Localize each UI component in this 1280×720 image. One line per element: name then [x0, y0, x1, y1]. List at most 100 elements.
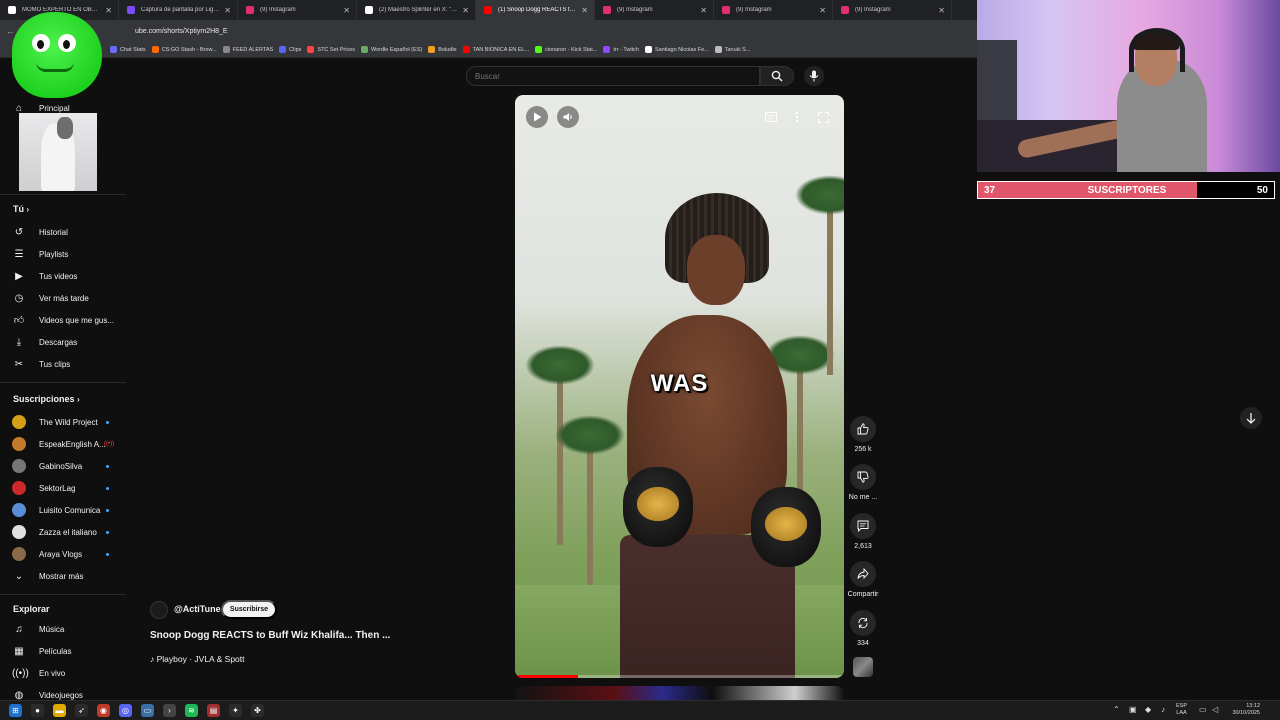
bookmark-item[interactable]: CS:GO Stash - Brow...	[151, 46, 217, 53]
video-title[interactable]: Snoop Dogg REACTS to Buff Wiz Khalifa...…	[150, 630, 390, 641]
captions-button[interactable]	[763, 109, 779, 125]
tab-close-icon[interactable]: ✕	[938, 6, 945, 15]
subscription-item[interactable]: Araya Vlogs	[0, 543, 126, 565]
sidebar-section-explore[interactable]: Explorar	[13, 604, 50, 614]
url-field[interactable]: ube.com/shorts/Xptiym2H8_E	[135, 28, 228, 35]
video-progress-bar[interactable]	[515, 675, 844, 678]
volume-tray-icon[interactable]: ◁	[1212, 705, 1218, 714]
play-button[interactable]	[526, 106, 548, 128]
comments-button[interactable]	[850, 513, 876, 539]
dislike-action[interactable]: No me ...	[848, 464, 878, 501]
share-action[interactable]: Compartir	[848, 561, 878, 598]
clock[interactable]: 13:12 30/10/2025	[1224, 703, 1260, 717]
tab-close-icon[interactable]: ✕	[224, 6, 231, 15]
like-action[interactable]: 256 k	[848, 416, 878, 453]
monitor-icon[interactable]: ▭	[141, 704, 154, 717]
chrome-icon[interactable]: ●	[31, 704, 44, 717]
discord-icon[interactable]: ◎	[119, 704, 132, 717]
subscription-item[interactable]: Zazza el italiano	[0, 521, 126, 543]
obs-icon[interactable]: ◉	[97, 704, 110, 717]
tray-expand-icon[interactable]: ⌃	[1113, 705, 1120, 714]
tab-close-icon[interactable]: ✕	[462, 6, 469, 15]
bookmark-item[interactable]: Clips	[279, 46, 301, 53]
subscription-item[interactable]: Luisito Comunica	[0, 499, 126, 521]
share-label: Compartir	[847, 591, 879, 598]
subscription-item[interactable]: GabinoSilva	[0, 455, 126, 477]
dislike-button[interactable]	[850, 464, 876, 490]
fullscreen-button[interactable]	[815, 109, 831, 125]
bookmark-item[interactable]: TAN BIONICA EN EL...	[462, 46, 529, 53]
bookmark-item[interactable]: Tanuki S...	[714, 46, 750, 53]
more-options-button[interactable]	[789, 109, 805, 125]
subscription-item[interactable]: The Wild Project	[0, 411, 126, 433]
subscribe-button[interactable]: Suscribirse	[221, 600, 277, 619]
sidebar-item[interactable]: ↺ Historial	[0, 221, 126, 243]
bookmark-item[interactable]: Santiago Nicolas Fe...	[644, 46, 709, 53]
browser-tab[interactable]: (2) Maestro Splinter en X: "JAJA...✕	[357, 0, 476, 20]
video-music[interactable]: ♪ Playboy · JVLA & Spott	[150, 654, 245, 664]
back-icon[interactable]: ←	[6, 26, 15, 36]
sidebar-item[interactable]: ♫ Música	[0, 618, 126, 640]
browser-tab[interactable]: Captura de pantalla por Lightsh... ✕	[119, 0, 238, 20]
windows-start-icon[interactable]: ⊞	[9, 704, 22, 717]
bookmark-item[interactable]: STC Set Prices	[307, 46, 355, 53]
subscription-item[interactable]: EspeakEnglish A... ((•))	[0, 433, 126, 455]
spotify-icon[interactable]: ≋	[185, 704, 198, 717]
search-box[interactable]	[466, 66, 760, 86]
next-video-button[interactable]	[1240, 407, 1262, 429]
sidebar-item[interactable]: ⤓ Descargas	[0, 331, 126, 353]
sidebar-item[interactable]: ▶ Tus videos	[0, 265, 126, 287]
subscription-item[interactable]: SektorLag	[0, 477, 126, 499]
share-button[interactable]	[850, 561, 876, 587]
like-button[interactable]	[850, 416, 876, 442]
microphone-tray-icon[interactable]: ♪	[1161, 705, 1165, 714]
tab-close-icon[interactable]: ✕	[819, 6, 826, 15]
tab-close-icon[interactable]: ✕	[343, 6, 350, 15]
search-input[interactable]	[467, 67, 759, 85]
bookmark-item[interactable]: Chat Stats	[110, 46, 146, 53]
remix-button[interactable]	[850, 610, 876, 636]
browser-tab[interactable]: (1) Snoop Dogg REACTS to... ✕	[476, 0, 595, 20]
sound-thumbnail[interactable]	[853, 657, 873, 677]
bookmark-item[interactable]: FEED ALERTAS	[222, 46, 273, 53]
sidebar-item[interactable]: ☰ Playlists	[0, 243, 126, 265]
sidebar-section-subscriptions[interactable]: Suscripciones ›	[13, 394, 80, 404]
bookmark-item[interactable]: Wordle Español (ES)	[361, 46, 422, 53]
tab-close-icon[interactable]: ✕	[581, 6, 588, 15]
bookmark-item[interactable]: cionaron - Kick Stat...	[535, 46, 597, 53]
input-language[interactable]: ESP LAA	[1176, 703, 1187, 717]
sidebar-show-more[interactable]: ⌄ Mostrar más	[0, 565, 126, 587]
browser-tab[interactable]: (9) Instagram ✕	[714, 0, 833, 20]
sidebar-item[interactable]: 👍︎ Videos que me gus...	[0, 309, 126, 331]
tab-close-icon[interactable]: ✕	[700, 6, 707, 15]
browser-tab[interactable]: (9) Instagram ✕	[238, 0, 357, 20]
tray-app-icon[interactable]: ▣	[1129, 705, 1137, 714]
arrow-app-icon[interactable]: ➶	[75, 704, 88, 717]
browser-tab[interactable]: (9) Instagram ✕	[595, 0, 714, 20]
voice-search-button[interactable]	[804, 66, 824, 86]
channel-avatar[interactable]	[150, 601, 168, 619]
file-explorer-icon[interactable]: ▬	[53, 704, 66, 717]
sidebar-item[interactable]: ▦ Películas	[0, 640, 126, 662]
media-app-icon[interactable]: ▤	[207, 704, 220, 717]
bookmark-item[interactable]: trr - Twitch	[603, 46, 639, 53]
tray-app-icon[interactable]: ◆	[1145, 705, 1151, 714]
next-short-preview[interactable]	[515, 686, 844, 700]
terminal-icon[interactable]: ›	[163, 704, 176, 717]
sidebar-item[interactable]: ((•)) En vivo	[0, 662, 126, 684]
settings-app-icon[interactable]: ✦	[229, 704, 242, 717]
channel-name[interactable]: @ActiTune	[174, 604, 221, 614]
browser-tab[interactable]: (9) Instagram ✕	[833, 0, 952, 20]
search-button[interactable]	[760, 66, 794, 86]
sidebar-item[interactable]: ◷ Ver más tarde	[0, 287, 126, 309]
steam-icon[interactable]: ✤	[251, 704, 264, 717]
tab-close-icon[interactable]: ✕	[105, 6, 112, 15]
short-video-player[interactable]: WAS	[515, 95, 844, 678]
monitor-tray-icon[interactable]: ▭	[1199, 705, 1207, 714]
comments-action[interactable]: 2,613	[848, 513, 878, 550]
volume-button[interactable]	[557, 106, 579, 128]
bookmark-item[interactable]: Boludle	[428, 46, 457, 53]
remix-action[interactable]: 334	[848, 610, 878, 647]
sidebar-item[interactable]: ✂ Tus clips	[0, 353, 126, 375]
sidebar-section-you[interactable]: Tú ›	[13, 204, 29, 214]
